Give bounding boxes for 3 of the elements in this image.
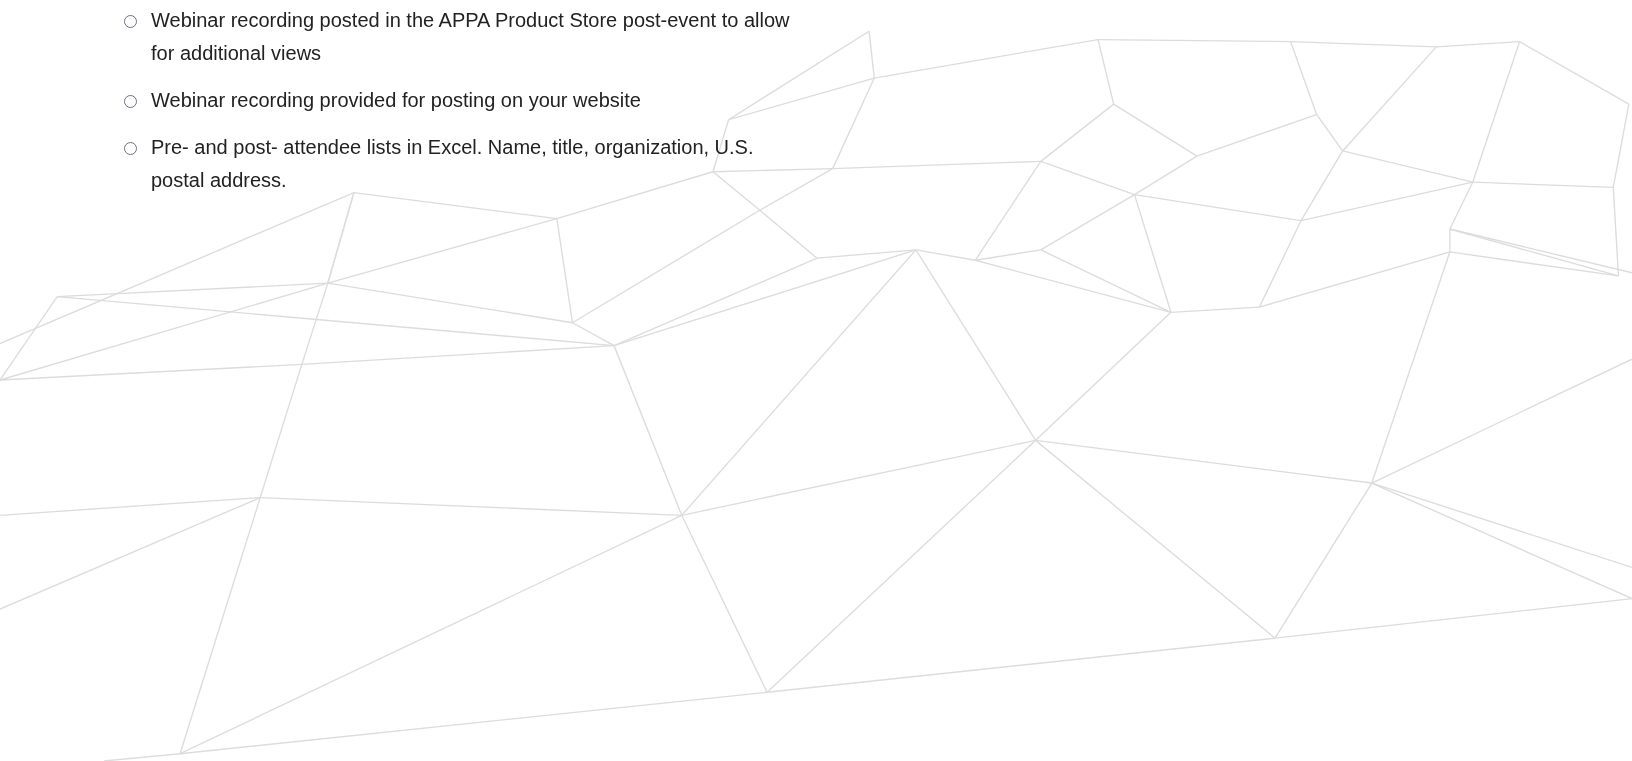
- benefit-text: Webinar recording posted in the APPA Product Store post-event to allow for additional views: [151, 8, 791, 66]
- benefit-text: Pre- and post- attendee lists in Excel. Name, title, organization, U.S. postal address.: [151, 135, 755, 193]
- benefit-text: Webinar recording provided for posting on your website: [151, 88, 642, 113]
